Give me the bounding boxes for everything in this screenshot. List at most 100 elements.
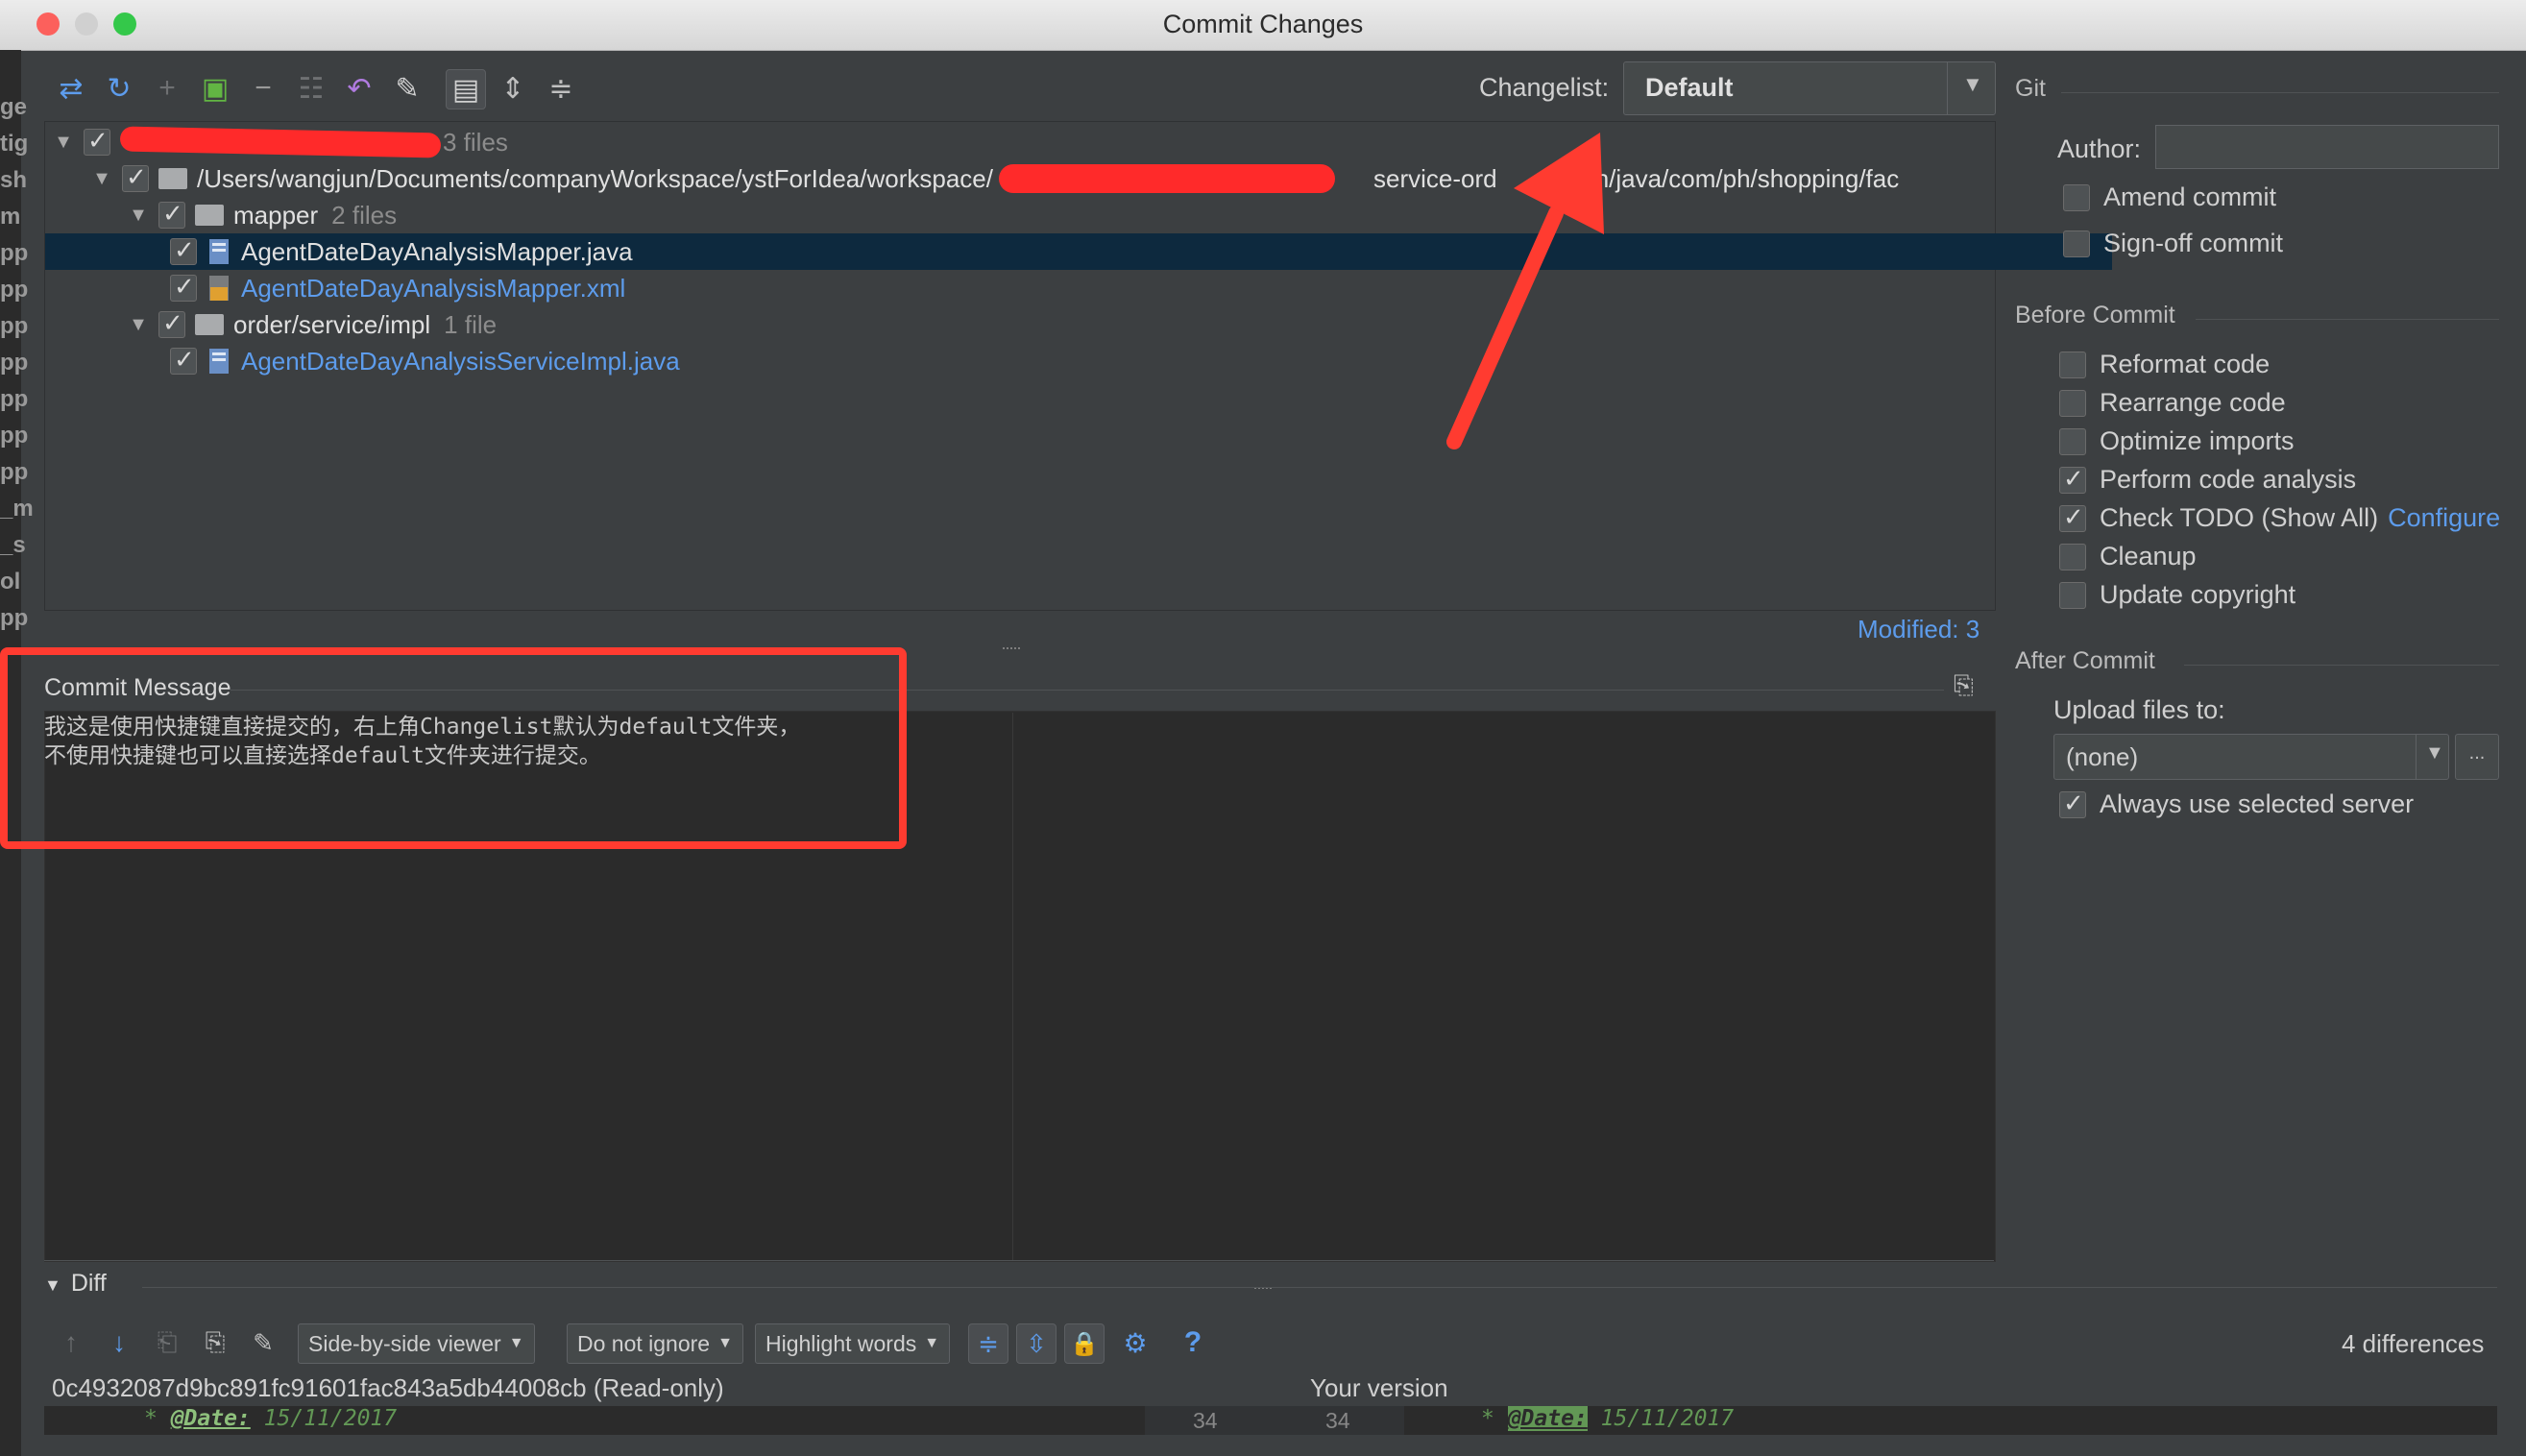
- signoff-commit-option[interactable]: Sign-off commit: [2063, 229, 2283, 258]
- checkbox-root[interactable]: [84, 126, 110, 156]
- changes-tree: ▼ 3 files ▼ /Users/wangjun/Documents/com…: [44, 121, 2112, 611]
- modified-count-link[interactable]: Modified: 3: [1858, 615, 1980, 644]
- checkbox-file2[interactable]: [170, 272, 197, 302]
- path-label: /Users/wangjun/Documents/companyWorkspac…: [197, 163, 993, 193]
- upload-server-dropdown[interactable]: (none) ▼: [2053, 734, 2449, 780]
- checkbox-file1[interactable]: [170, 235, 197, 265]
- collapse-unchanged-icon[interactable]: ≑: [968, 1323, 1008, 1364]
- configure-link[interactable]: Configure: [2388, 503, 2500, 533]
- expand-arrow-icon[interactable]: ▼: [89, 168, 114, 190]
- checkbox-path[interactable]: [122, 162, 149, 192]
- expand-all-icon[interactable]: ⇕: [494, 69, 532, 108]
- expand-arrow-icon[interactable]: ▼: [51, 132, 76, 154]
- optimize-checkbox[interactable]: [2059, 427, 2086, 455]
- after-commit-title: After Commit: [2015, 647, 2155, 674]
- diff-label: Diff: [70, 1270, 107, 1297]
- splitter-handle[interactable]: ·····: [1001, 638, 1022, 658]
- analysis-label: Perform code analysis: [2100, 465, 2357, 494]
- signoff-checkbox[interactable]: [2063, 230, 2090, 257]
- browse-servers-button[interactable]: ...: [2455, 734, 2499, 780]
- checkbox-impl[interactable]: [158, 308, 185, 338]
- changelist-dropdown[interactable]: Default ▼: [1623, 61, 1996, 115]
- tree-mapper-row[interactable]: ▼ mapper 2 files: [45, 197, 2076, 233]
- todo-checkbox[interactable]: [2059, 502, 2086, 532]
- collapse-all-icon[interactable]: ≑: [542, 69, 580, 108]
- previous-difference-icon[interactable]: ↑: [52, 1323, 90, 1362]
- jump-to-source-icon[interactable]: ⎘: [196, 1323, 234, 1362]
- todo-label: Check TODO (Show All): [2100, 503, 2379, 532]
- tree-path-row[interactable]: ▼ /Users/wangjun/Documents/companyWorksp…: [45, 160, 2039, 197]
- folder-icon: [195, 314, 224, 335]
- check-todo-option[interactable]: Check TODO (Show All) Configure: [2059, 502, 2500, 533]
- refresh-icon[interactable]: ↻: [100, 69, 138, 108]
- settings-gear-icon[interactable]: ⚙: [1116, 1323, 1154, 1362]
- ignore-whitespace-dropdown[interactable]: Do not ignore ▼: [567, 1323, 743, 1364]
- reformat-checkbox[interactable]: [2059, 351, 2086, 378]
- upload-value: (none): [2066, 742, 2139, 771]
- lock-icon[interactable]: 🔒: [1064, 1323, 1105, 1364]
- code-annotation-tag: @Date:: [1507, 1406, 1588, 1431]
- expand-arrow-icon[interactable]: ▼: [126, 314, 151, 336]
- commit-history-icon[interactable]: ⎘: [1954, 670, 1982, 699]
- help-icon[interactable]: ?: [1174, 1323, 1212, 1362]
- update-copyright-option[interactable]: Update copyright: [2059, 580, 2295, 610]
- java-file-icon: [209, 349, 229, 374]
- rearrange-checkbox[interactable]: [2059, 389, 2086, 417]
- tree-file-row[interactable]: AgentDateDayAnalysisMapper.java: [45, 233, 2112, 270]
- collapse-arrow-icon: ▼: [44, 1275, 61, 1295]
- compare-previous-file-icon[interactable]: ⎗: [148, 1323, 186, 1362]
- chevron-down-icon: ▼: [717, 1335, 733, 1351]
- add-icon[interactable]: +: [148, 69, 186, 108]
- tree-file-row[interactable]: AgentDateDayAnalysisMapper.xml: [45, 270, 2112, 306]
- mapper-label: mapper: [233, 200, 319, 230]
- chevron-down-icon: ▼: [1962, 72, 1983, 96]
- remove-icon[interactable]: −: [244, 69, 282, 108]
- code-star: *: [144, 1406, 171, 1431]
- expand-arrow-icon[interactable]: ▼: [126, 205, 151, 227]
- edit-source-icon[interactable]: ✎: [388, 69, 426, 108]
- edit-source-icon[interactable]: ✎: [244, 1323, 282, 1362]
- amend-label: Amend commit: [2103, 182, 2277, 211]
- viewer-mode-dropdown[interactable]: Side-by-side viewer ▼: [298, 1323, 535, 1364]
- sync-scroll-icon[interactable]: ⇳: [1016, 1323, 1057, 1364]
- move-changelist-icon[interactable]: ▣: [196, 69, 234, 108]
- redaction-mark: [119, 126, 442, 158]
- window-title-bar: Commit Changes: [0, 0, 2526, 51]
- diff-left-title: 0c4932087d9bc891fc91601fac843a5db44008cb…: [52, 1373, 724, 1402]
- ignore-value: Do not ignore: [577, 1330, 711, 1356]
- section-divider: [2184, 665, 2499, 666]
- preview-diff-icon[interactable]: ▤: [446, 69, 486, 109]
- diff-left-line: * @Date: 15/11/2017: [44, 1406, 1145, 1435]
- always-use-server-option[interactable]: Always use selected server: [2059, 789, 2414, 819]
- cleanup-checkbox[interactable]: [2059, 543, 2086, 570]
- tree-root-row[interactable]: ▼ 3 files: [45, 124, 2001, 160]
- section-divider: [142, 1287, 2497, 1288]
- amend-checkbox[interactable]: [2063, 183, 2090, 211]
- diff-right-title: Your version: [1310, 1373, 1448, 1402]
- copyright-checkbox[interactable]: [2059, 581, 2086, 609]
- cleanup-option[interactable]: Cleanup: [2059, 542, 2197, 571]
- author-input[interactable]: [2155, 125, 2499, 169]
- group-icon[interactable]: ☷: [292, 69, 330, 108]
- line-number-left: 34: [1193, 1408, 1218, 1433]
- checkbox-file3[interactable]: [170, 345, 197, 375]
- optimize-imports-option[interactable]: Optimize imports: [2059, 426, 2295, 456]
- amend-commit-option[interactable]: Amend commit: [2063, 182, 2276, 212]
- reformat-code-option[interactable]: Reformat code: [2059, 350, 2270, 379]
- code-analysis-option[interactable]: Perform code analysis: [2059, 464, 2357, 495]
- analysis-checkbox[interactable]: [2059, 464, 2086, 494]
- always-use-checkbox[interactable]: [2059, 789, 2086, 818]
- diff-arrows-icon[interactable]: ⇄: [52, 69, 90, 108]
- checkbox-mapper[interactable]: [158, 199, 185, 229]
- git-section-title: Git: [2015, 75, 2046, 102]
- next-difference-icon[interactable]: ↓: [100, 1323, 138, 1362]
- rearrange-code-option[interactable]: Rearrange code: [2059, 388, 2286, 418]
- tree-file-row[interactable]: AgentDateDayAnalysisServiceImpl.java: [45, 343, 2112, 379]
- tree-impl-row[interactable]: ▼ order/service/impl 1 file: [45, 306, 2076, 343]
- folder-icon: [158, 168, 187, 189]
- before-commit-title: Before Commit: [2015, 302, 2175, 328]
- highlight-mode-dropdown[interactable]: Highlight words ▼: [755, 1323, 951, 1364]
- rollback-icon[interactable]: ↶: [340, 69, 378, 108]
- diff-toggle[interactable]: ▼ Diff: [44, 1270, 107, 1298]
- folder-icon: [195, 205, 224, 226]
